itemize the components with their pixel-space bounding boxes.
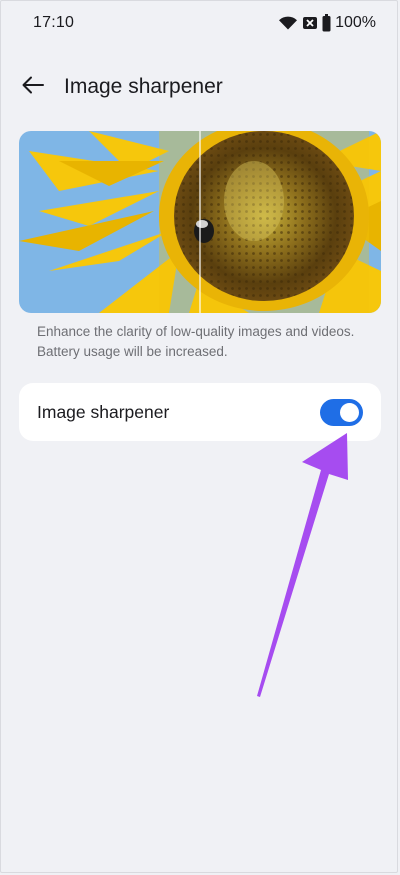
status-time: 17:10 (33, 14, 75, 31)
wifi-icon (278, 15, 298, 31)
feature-description: Enhance the clarity of low-quality image… (37, 322, 377, 362)
preview-image (19, 131, 381, 313)
header: Image sharpener (0, 66, 400, 110)
toggle-knob (340, 403, 359, 422)
sim-blocked-icon (302, 15, 318, 31)
arrow-left-icon (22, 76, 44, 99)
battery-percentage: 100% (335, 14, 376, 31)
setting-label: Image sharpener (37, 402, 170, 422)
battery-icon (322, 14, 331, 32)
page-title: Image sharpener (64, 75, 223, 98)
description-line: Enhance the clarity of low-quality image… (37, 324, 355, 339)
image-sharpener-toggle[interactable] (320, 399, 363, 426)
status-bar: 17:10 100% (0, 0, 400, 46)
description-line: Battery usage will be increased. (37, 344, 228, 359)
status-icons: 100% (278, 12, 376, 34)
back-button[interactable] (18, 72, 48, 102)
image-sharpener-setting[interactable]: Image sharpener (19, 383, 381, 441)
